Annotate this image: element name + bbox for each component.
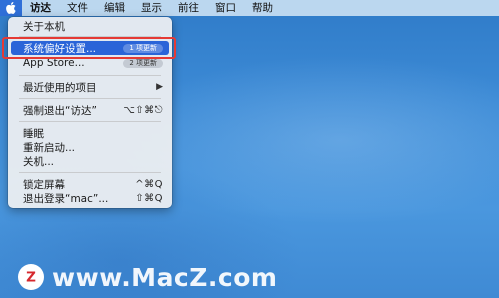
menu-item-label: 退出登录“mac”... xyxy=(23,192,109,205)
menu-go[interactable]: 前往 xyxy=(170,0,207,16)
macz-logo-icon: Z xyxy=(18,264,44,290)
menu-finder[interactable]: 访达 xyxy=(22,0,59,16)
menu-file[interactable]: 文件 xyxy=(59,0,96,16)
menu-item-force-quit[interactable]: 强制退出“访达” ⌥⇧⌘⎋ xyxy=(11,103,169,117)
keyboard-shortcut: ⇧⌘Q xyxy=(135,192,163,204)
highlight-annotation-box xyxy=(2,37,176,59)
menu-item-shutdown[interactable]: 关机... xyxy=(11,154,169,168)
menu-item-label: 锁定屏幕 xyxy=(23,178,65,191)
menu-item-label: 关于本机 xyxy=(23,20,65,33)
menu-window[interactable]: 窗口 xyxy=(207,0,244,16)
watermark: Z www.MacZ.com xyxy=(18,262,277,292)
menu-separator xyxy=(19,75,161,76)
menu-help[interactable]: 帮助 xyxy=(244,0,281,16)
watermark-text: www.MacZ.com xyxy=(52,262,278,292)
menu-item-lock-screen[interactable]: 锁定屏幕 ^⌘Q xyxy=(11,177,169,191)
menu-item-label: 睡眠 xyxy=(23,127,44,140)
menu-bar: 访达 文件 编辑 显示 前往 窗口 帮助 xyxy=(0,0,499,16)
menu-item-sleep[interactable]: 睡眠 xyxy=(11,126,169,140)
apple-menu-button[interactable] xyxy=(0,0,22,16)
menu-item-recent-items[interactable]: 最近使用的项目 ▶ xyxy=(11,80,169,94)
apple-logo-icon xyxy=(6,2,16,14)
menu-edit[interactable]: 编辑 xyxy=(96,0,133,16)
keyboard-shortcut: ⌥⇧⌘⎋ xyxy=(123,104,163,116)
menu-item-label: 强制退出“访达” xyxy=(23,104,97,117)
menu-item-logout[interactable]: 退出登录“mac”... ⇧⌘Q xyxy=(11,191,169,205)
menu-item-label: 重新启动... xyxy=(23,141,76,154)
menu-view[interactable]: 显示 xyxy=(133,0,170,16)
menu-item-label: 最近使用的项目 xyxy=(23,81,97,94)
update-badge: 2 项更新 xyxy=(123,58,163,68)
menu-separator xyxy=(19,121,161,122)
menu-separator xyxy=(19,172,161,173)
logo-letter: Z xyxy=(26,270,36,286)
menu-item-about[interactable]: 关于本机 xyxy=(11,19,169,33)
submenu-arrow-icon: ▶ xyxy=(156,82,163,92)
menu-separator xyxy=(19,98,161,99)
menu-item-restart[interactable]: 重新启动... xyxy=(11,140,169,154)
menu-item-label: 关机... xyxy=(23,155,55,168)
keyboard-shortcut: ^⌘Q xyxy=(135,178,163,190)
